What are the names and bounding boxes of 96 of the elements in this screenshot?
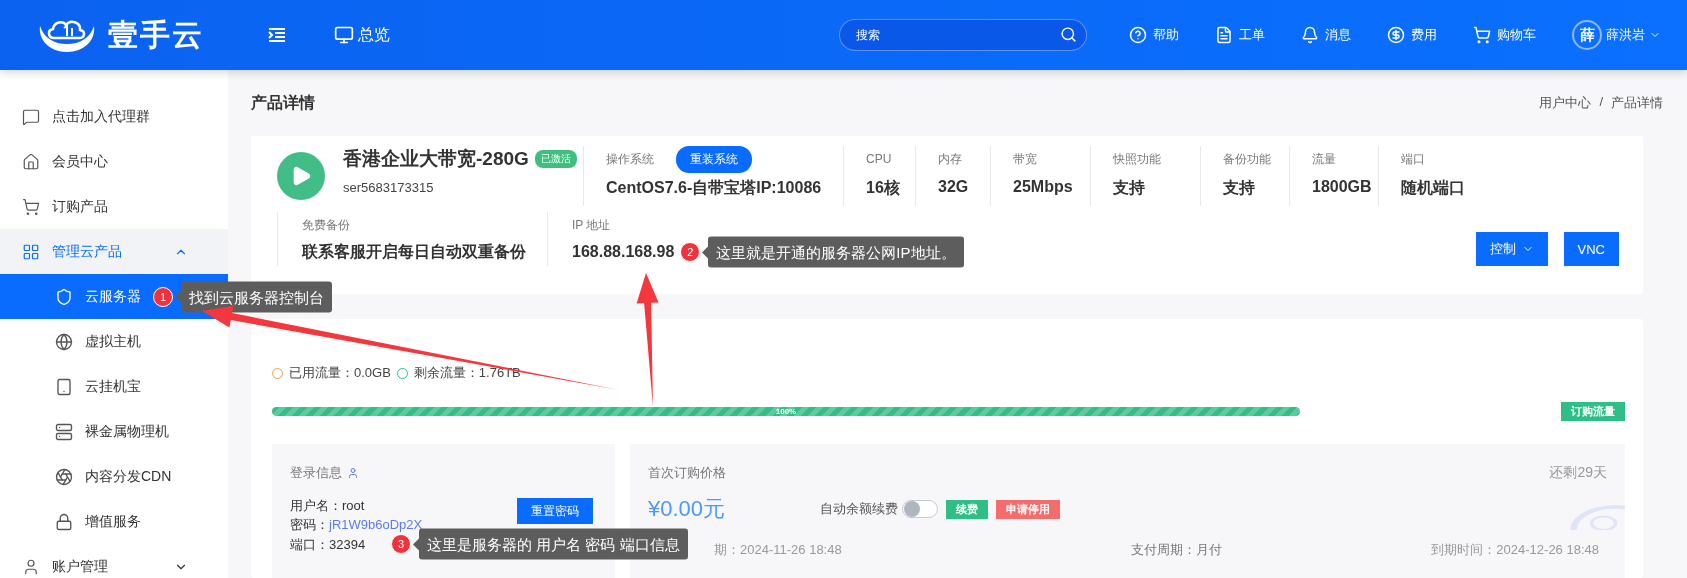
tooltip: 这里就是开通的服务器公网IP地址。 [708,236,964,268]
ip-address: 168.88.168.98 [572,243,675,261]
spec-label: 端口 [1401,150,1425,168]
sidebar-item[interactable]: 管理云产品 [0,229,228,274]
spec-label: 快照功能 [1113,150,1161,168]
sidebar-item[interactable]: 内容分发CDN [0,454,228,499]
tooltip: 这里是服务器的 用户名 密码 端口信息 [419,528,688,560]
renew-button[interactable]: 续费 [946,499,988,519]
auto-renew-switch[interactable] [902,500,938,518]
shield-icon [55,287,73,306]
sidebar-item[interactable]: 虚拟主机 [0,319,228,364]
days-left: 还剩29天 [1549,464,1607,482]
field-value: 联系客服开启每日自动双重备份 [302,242,527,262]
first-order-date: 期：2024-11-26 18:48 [714,541,842,559]
breadcrumb-item[interactable]: 用户中心 [1539,94,1592,112]
spec-label: 带宽 [1013,150,1037,168]
sidebar-item[interactable]: 订购产品 [0,184,228,229]
spec-value: 1800GB [1312,178,1373,196]
document-icon [1215,26,1233,44]
password-label: 密码： [290,517,329,532]
field-label: 免费备份 [302,216,350,234]
spec-value: 支持 [1223,178,1256,198]
sidebar-item[interactable]: 点击加入代理群 [0,94,228,139]
buy-traffic-button[interactable]: 订购流量 [1561,402,1625,421]
spec-label: 备份功能 [1223,150,1271,168]
price: ¥0.00元 [648,495,727,523]
number-badge: 1 [153,286,173,307]
dollar-icon [1387,26,1405,44]
breadcrumb-item: 产品详情 [1611,94,1663,112]
avatar: 薛 [1572,20,1602,50]
search-icon[interactable] [1060,26,1077,43]
breadcrumb-separator: / [1599,94,1603,111]
lock-icon [55,512,73,531]
sidebar-item[interactable]: 增值服务 [0,499,228,544]
sidebar-item[interactable]: 云挂机宝 [0,364,228,409]
sidebar-item[interactable]: 裸金属物理机 [0,409,228,454]
spec-value: CentOS7.6-自带宝塔IP:10086 [606,178,823,198]
product-name: 香港企业大带宽-280G [343,148,529,169]
menu-collapse-icon[interactable] [268,27,286,43]
globe-icon [55,332,73,351]
reinstall-button[interactable]: 重装系统 [676,145,752,173]
billing-cycle: 支付周期：月付 [1131,541,1222,559]
panel-title: 首次订购价格 [648,464,726,482]
spec-label: 流量 [1312,150,1336,168]
vnc-button[interactable]: VNC [1563,232,1619,266]
nav-link[interactable]: 帮助 [1129,26,1179,44]
spec-label: 操作系统 [606,150,654,168]
number-badge: 3 [391,534,412,554]
nav-link[interactable]: 费用 [1387,26,1437,44]
number-badge: 2 [680,242,701,262]
product-id: ser5683173315 [343,180,435,195]
spec-value: 支持 [1113,178,1146,198]
auto-renew-label: 自动余额续费 [820,500,898,518]
grid-icon [22,242,40,261]
server-icon [55,422,73,441]
spec-label: CPU [866,152,892,166]
spec-value: 16核 [866,178,901,198]
field-label: IP 地址 [572,216,611,234]
page-title: 产品详情 [251,92,315,113]
spec-value: 25Mbps [1013,178,1074,196]
nav-link[interactable]: 工单 [1215,26,1265,44]
suspend-button[interactable]: 申请停用 [996,499,1060,519]
nav-link[interactable]: 购物车 [1473,26,1536,44]
help-icon [1129,26,1147,44]
user-icon [22,557,40,576]
spec-value: 32G [938,178,970,196]
username-text: 用户名：root [290,497,366,515]
tablet-icon [55,377,73,396]
reset-password-button[interactable]: 重置密码 [517,498,593,524]
legend-label: 已用流量：0.0GB [289,364,391,382]
spec-value: 随机端口 [1401,178,1466,198]
progress-label: 100% [775,407,797,416]
cart-icon [1473,26,1491,44]
user-menu[interactable]: 薛 薛洪岩 [1572,20,1661,50]
bell-icon [1301,26,1319,44]
search-field[interactable]: 搜索 [839,19,1087,51]
cart-icon [22,197,40,216]
spec-label: 内存 [938,150,962,168]
monitor-icon [334,25,354,45]
expiry-time: 到期时间：2024-12-26 18:48 [1431,541,1599,559]
legend-label: 剩余流量：1.76TB [413,364,521,382]
sidebar-item[interactable]: 会员中心 [0,139,228,184]
user-icon [347,467,359,479]
logo-text: 壹手云 [108,16,204,53]
play-icon [277,152,325,200]
tooltip: 找到云服务器控制台 [181,281,332,312]
control-button[interactable]: 控制 [1475,232,1548,266]
overview-link[interactable]: 总览 [334,24,390,46]
status-badge: 已激活 [534,150,577,168]
sidebar-item[interactable]: 账户管理 [0,544,228,578]
home-icon [22,152,40,171]
port-text: 端口：32394 [290,535,366,554]
nav-link[interactable]: 消息 [1301,26,1351,44]
panel-title: 登录信息 [290,464,342,482]
chat-icon [22,107,40,126]
aperture-icon [55,467,73,486]
